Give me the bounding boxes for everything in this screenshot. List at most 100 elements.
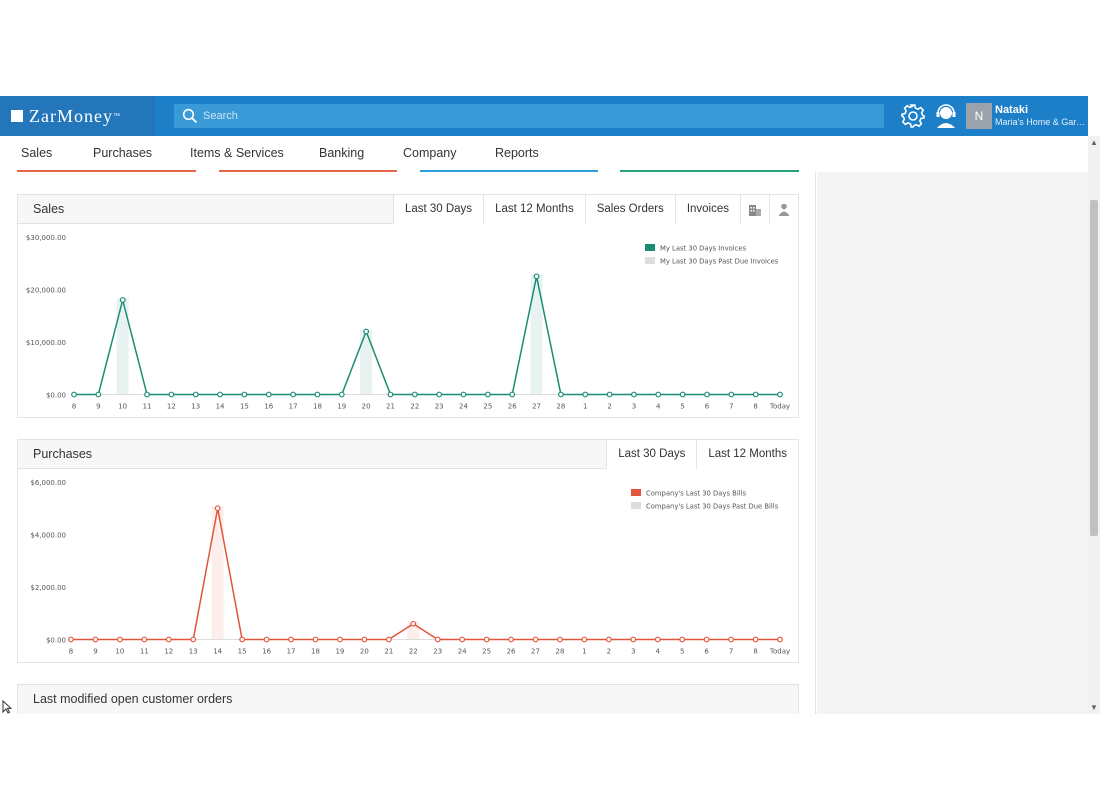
- data-point[interactable]: [338, 391, 345, 398]
- data-point[interactable]: [581, 636, 588, 643]
- data-point[interactable]: [532, 636, 539, 643]
- legend-label: My Last 30 Days Invoices: [660, 245, 747, 253]
- series-line: [71, 508, 780, 641]
- data-point[interactable]: [71, 391, 77, 398]
- scroll-up-icon[interactable]: ▲: [1090, 138, 1098, 147]
- search-input[interactable]: [203, 110, 853, 122]
- nav-item-purchases[interactable]: Purchases: [93, 136, 152, 172]
- nav-item-banking[interactable]: Banking: [319, 136, 364, 172]
- data-point[interactable]: [410, 620, 417, 627]
- data-point[interactable]: [363, 328, 370, 335]
- data-point[interactable]: [582, 391, 589, 398]
- data-point[interactable]: [679, 636, 686, 643]
- data-point[interactable]: [68, 636, 74, 643]
- data-point[interactable]: [460, 391, 467, 398]
- data-point[interactable]: [655, 391, 662, 398]
- x-tick-label: 1: [583, 403, 587, 411]
- data-point[interactable]: [263, 636, 270, 643]
- data-point[interactable]: [116, 636, 123, 643]
- data-point[interactable]: [605, 636, 612, 643]
- scroll-down-icon[interactable]: ▼: [1090, 703, 1098, 712]
- data-point[interactable]: [95, 391, 102, 398]
- data-point[interactable]: [654, 636, 661, 643]
- data-point[interactable]: [361, 636, 368, 643]
- avatar[interactable]: N: [966, 103, 992, 129]
- legend-label: My Last 30 Days Past Due Invoices: [660, 258, 779, 266]
- data-point[interactable]: [192, 391, 199, 398]
- data-point[interactable]: [265, 391, 272, 398]
- data-point[interactable]: [630, 636, 637, 643]
- data-point[interactable]: [239, 636, 246, 643]
- data-point[interactable]: [288, 636, 294, 643]
- data-point[interactable]: [241, 391, 248, 398]
- data-point[interactable]: [728, 391, 735, 398]
- nav-item-items-services[interactable]: Items & Services: [190, 136, 284, 172]
- legend-swatch: [645, 244, 655, 251]
- data-point[interactable]: [484, 391, 491, 398]
- data-point[interactable]: [434, 636, 441, 643]
- x-tick-label: 8: [69, 648, 73, 656]
- tab-sales-orders[interactable]: Sales Orders: [584, 195, 675, 224]
- tab-my-view[interactable]: [769, 195, 798, 224]
- data-point[interactable]: [777, 636, 783, 643]
- data-point[interactable]: [557, 391, 564, 398]
- data-point[interactable]: [144, 391, 150, 398]
- data-point[interactable]: [533, 273, 540, 280]
- data-point[interactable]: [387, 391, 394, 398]
- search-bar[interactable]: [174, 104, 884, 128]
- tab-purchases-last-12-months[interactable]: Last 12 Months: [696, 440, 798, 469]
- data-point[interactable]: [165, 636, 172, 643]
- x-tick-label: 14: [213, 648, 222, 656]
- data-point[interactable]: [190, 636, 197, 643]
- data-point[interactable]: [509, 391, 516, 398]
- data-point[interactable]: [92, 636, 99, 643]
- data-point[interactable]: [459, 636, 466, 643]
- tab-invoices[interactable]: Invoices: [674, 195, 740, 224]
- orders-panel: Last modified open customer orders: [17, 684, 799, 714]
- user-menu[interactable]: Nataki Maria's Home & Garden: [995, 104, 1087, 128]
- data-point[interactable]: [752, 636, 759, 643]
- nav-item-company[interactable]: Company: [403, 136, 457, 172]
- data-point[interactable]: [557, 636, 563, 643]
- data-point[interactable]: [777, 391, 783, 398]
- data-point[interactable]: [337, 636, 343, 643]
- tab-company-view[interactable]: [740, 195, 769, 224]
- legend-swatch: [631, 502, 641, 509]
- tab-sales-last-12-months[interactable]: Last 12 Months: [483, 195, 585, 224]
- scrollbar[interactable]: ▲ ▼: [1088, 136, 1100, 714]
- peak-highlight: [211, 506, 224, 640]
- data-point[interactable]: [217, 391, 223, 398]
- data-point[interactable]: [752, 391, 759, 398]
- data-point[interactable]: [411, 391, 418, 398]
- data-point[interactable]: [119, 297, 126, 303]
- scrollbar-thumb[interactable]: [1090, 200, 1098, 536]
- person-icon: [778, 203, 790, 216]
- sales-panel-title: Sales: [33, 202, 65, 216]
- tab-sales-last-30-days[interactable]: Last 30 Days: [392, 195, 484, 224]
- x-tick-label: Today: [769, 403, 790, 411]
- orders-panel-title: Last modified open customer orders: [33, 692, 233, 706]
- data-point[interactable]: [168, 391, 175, 398]
- data-point[interactable]: [508, 636, 514, 643]
- nav-item-sales[interactable]: Sales: [21, 136, 52, 172]
- data-point[interactable]: [606, 391, 613, 398]
- data-point[interactable]: [436, 391, 443, 398]
- data-point[interactable]: [704, 391, 710, 398]
- data-point[interactable]: [728, 636, 735, 643]
- data-point[interactable]: [679, 391, 686, 398]
- tab-purchases-last-30-days[interactable]: Last 30 Days: [606, 440, 697, 469]
- data-point[interactable]: [214, 505, 221, 512]
- y-tick-label: $20,000.00: [26, 287, 66, 295]
- logo[interactable]: ZarMoney ™: [0, 96, 155, 136]
- data-point[interactable]: [141, 636, 148, 643]
- data-point[interactable]: [290, 391, 297, 398]
- support-agent-icon[interactable]: [933, 103, 959, 129]
- data-point[interactable]: [385, 636, 392, 643]
- data-point[interactable]: [483, 636, 490, 643]
- data-point[interactable]: [703, 636, 710, 643]
- data-point[interactable]: [312, 636, 319, 643]
- data-point[interactable]: [631, 391, 637, 398]
- data-point[interactable]: [314, 391, 321, 398]
- gear-icon[interactable]: [900, 103, 926, 129]
- nav-item-reports[interactable]: Reports: [495, 136, 539, 172]
